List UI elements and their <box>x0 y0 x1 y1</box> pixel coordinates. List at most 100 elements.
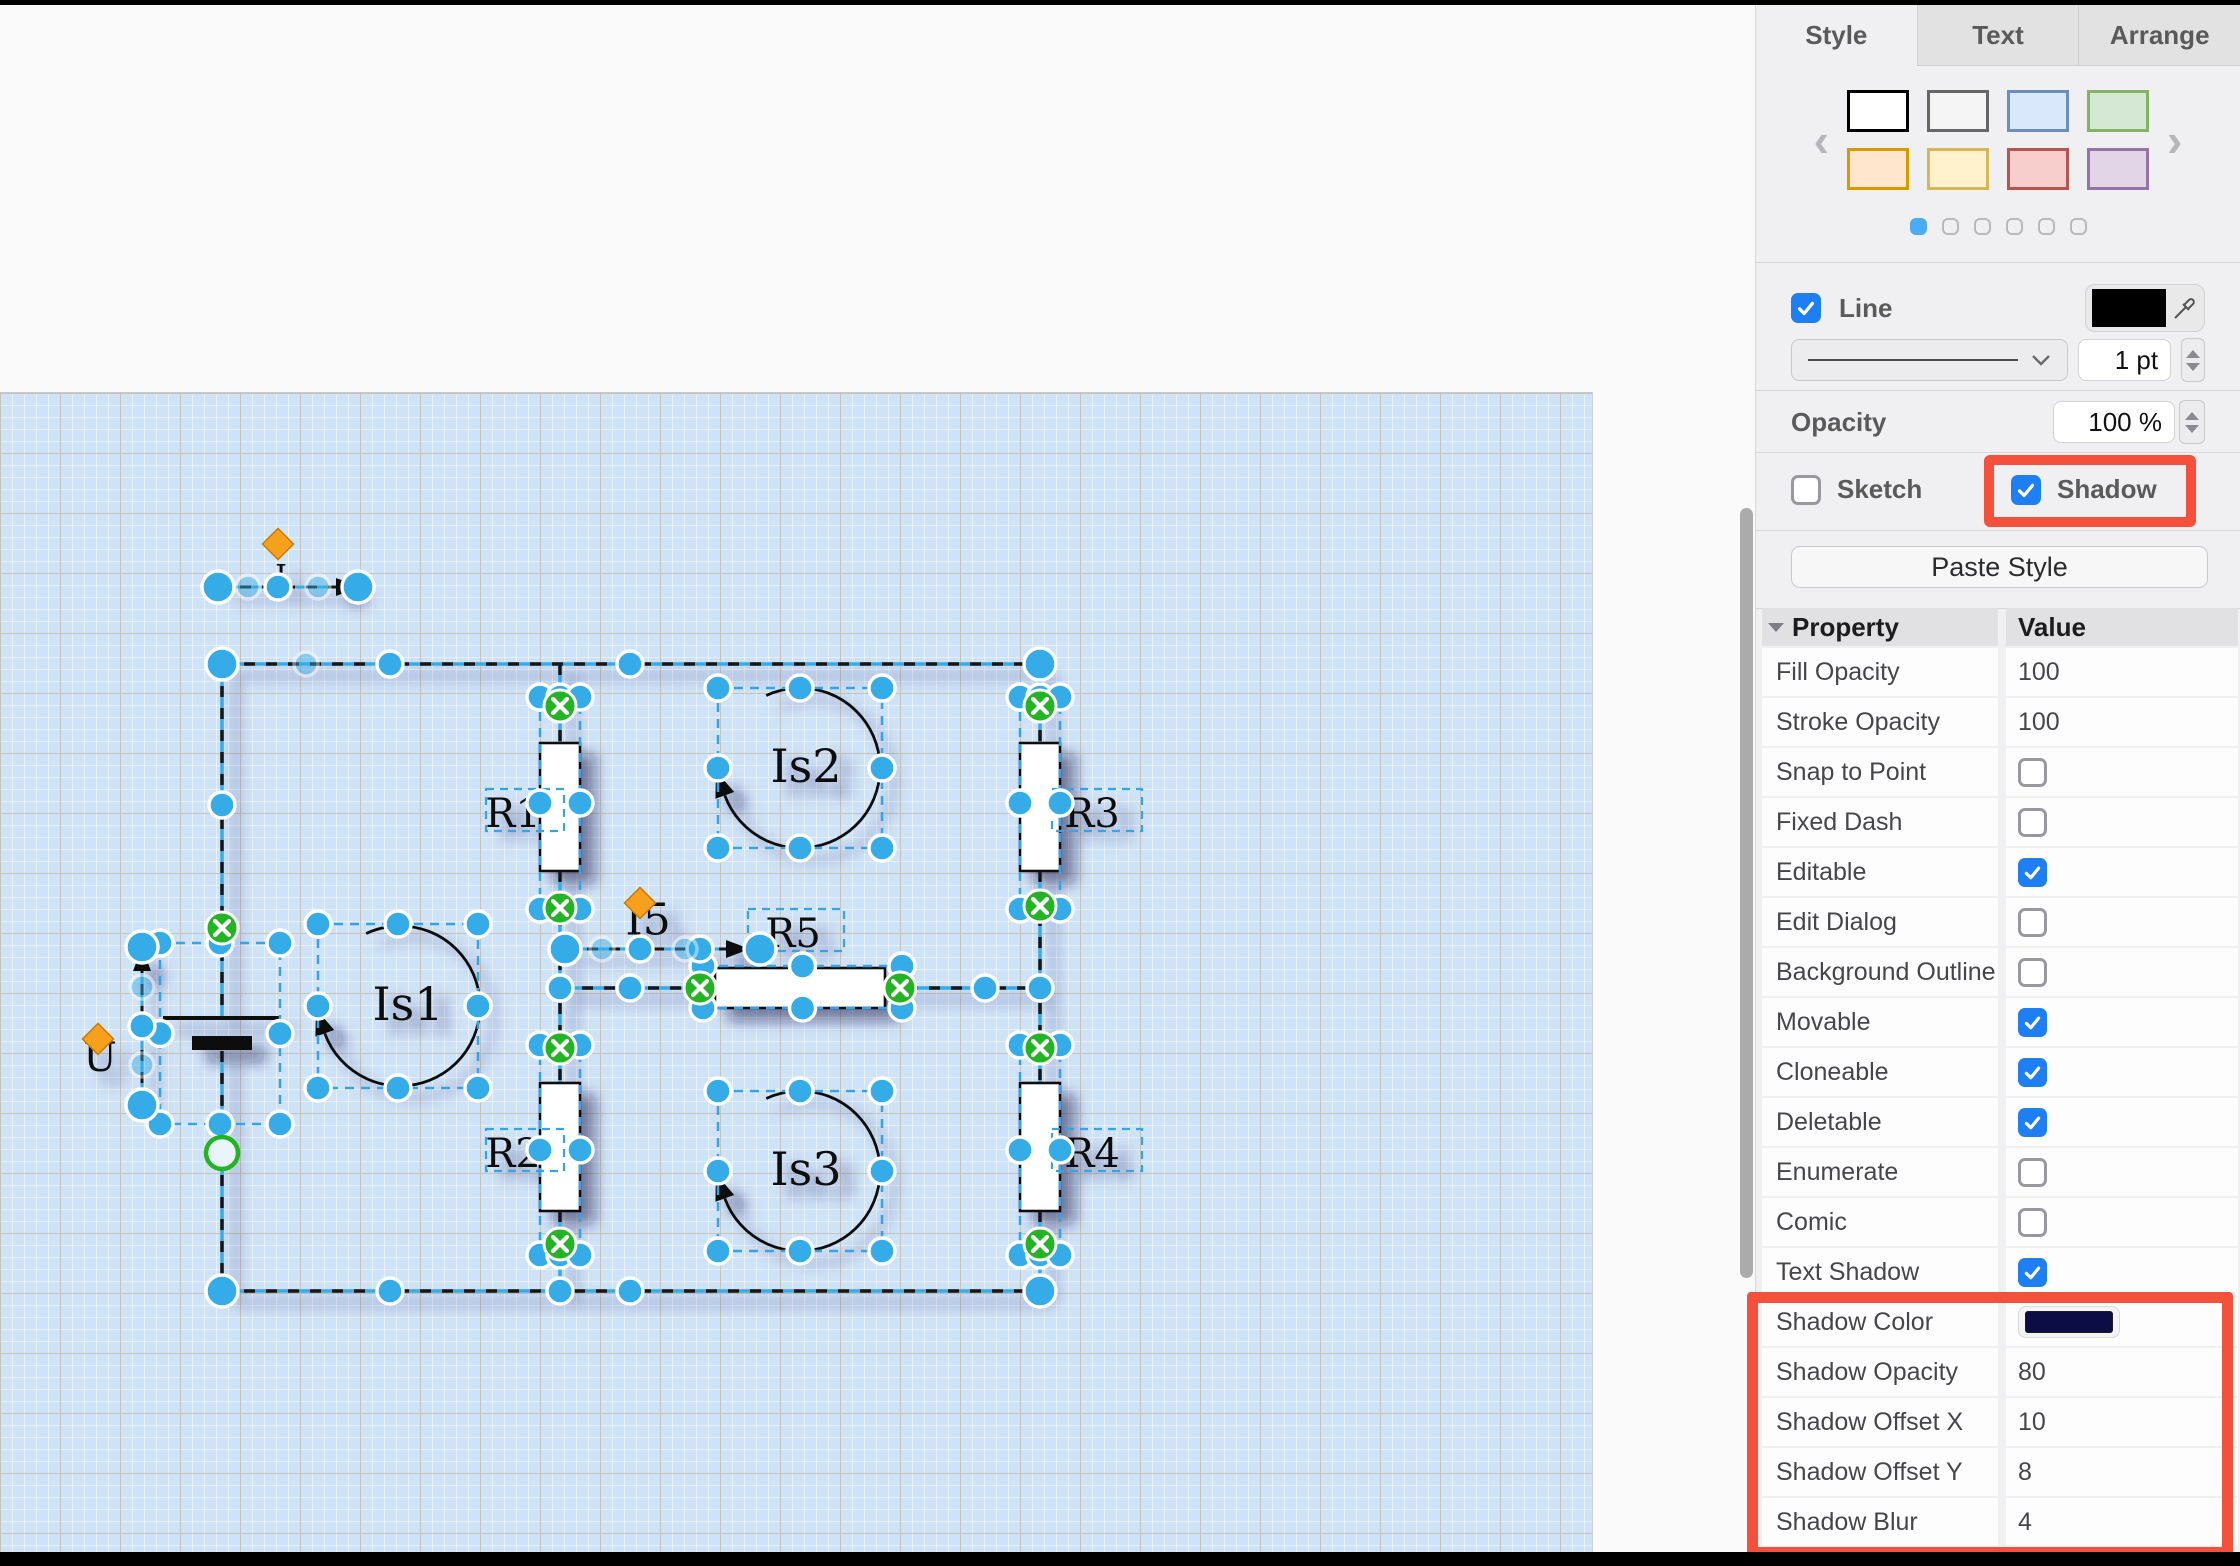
selection-handle[interactable] <box>1007 1137 1033 1163</box>
selection-handle[interactable] <box>126 1089 158 1121</box>
selection-handle[interactable] <box>306 575 330 599</box>
connection-point[interactable] <box>544 892 576 924</box>
selection-handle[interactable] <box>705 675 731 701</box>
selection-handle[interactable] <box>869 1158 895 1184</box>
property-value-10[interactable] <box>2006 1148 2238 1196</box>
property-value-9[interactable] <box>2006 1098 2238 1146</box>
selection-handle[interactable] <box>342 571 374 603</box>
selection-handle[interactable] <box>547 1278 573 1304</box>
label-handle-diamond[interactable] <box>262 528 293 559</box>
selection-handle[interactable] <box>1024 1275 1056 1307</box>
connection-point[interactable] <box>684 972 716 1004</box>
connection-point[interactable] <box>1024 890 1056 922</box>
line-width-input[interactable]: 1 pt <box>2078 339 2172 381</box>
selection-handle[interactable] <box>617 975 643 1001</box>
collapse-triangle-icon[interactable] <box>1768 623 1784 632</box>
property-value-0[interactable]: 100 <box>2006 648 2238 696</box>
selection-handle[interactable] <box>465 1075 491 1101</box>
style-preset-swatch-1[interactable] <box>1847 90 1909 132</box>
style-preset-swatch-5[interactable] <box>1847 148 1909 190</box>
line-style-dropdown[interactable] <box>1791 339 2068 381</box>
circuit-diagram[interactable]: Is1Is2Is3R1R2R3R4R5UI5I <box>0 393 1592 1553</box>
presets-prev-icon[interactable]: ‹ <box>1814 120 1829 160</box>
property-value-1[interactable]: 100 <box>2006 698 2238 746</box>
selection-handle[interactable] <box>869 1078 895 1104</box>
property-column-header[interactable]: Property <box>1762 608 1998 646</box>
selection-handle[interactable] <box>787 675 813 701</box>
selection-handle[interactable] <box>129 1013 155 1039</box>
stepper-down-icon[interactable] <box>2186 363 2200 371</box>
battery-short-plate[interactable] <box>192 1036 252 1050</box>
selection-handle[interactable] <box>209 792 235 818</box>
selection-handle[interactable] <box>1047 1137 1073 1163</box>
property-checkbox-11[interactable] <box>2018 1208 2047 1237</box>
tab-style[interactable]: Style <box>1756 5 1917 66</box>
pager-dot-2[interactable] <box>1942 218 1959 235</box>
connection-point[interactable] <box>544 1032 576 1064</box>
selection-handle[interactable] <box>207 1111 233 1137</box>
connection-ring[interactable] <box>206 1137 238 1169</box>
selection-handle[interactable] <box>1007 790 1033 816</box>
selection-handle[interactable] <box>790 953 816 979</box>
selection-handle[interactable] <box>202 571 234 603</box>
property-checkbox-4[interactable] <box>2018 858 2047 887</box>
selection-handle[interactable] <box>126 931 158 963</box>
pager-dot-5[interactable] <box>2038 218 2055 235</box>
selection-handle[interactable] <box>130 1053 154 1077</box>
paste-style-button[interactable]: Paste Style <box>1791 546 2208 588</box>
property-value-12[interactable] <box>2006 1248 2238 1296</box>
selection-handle[interactable] <box>305 1075 331 1101</box>
connection-point[interactable] <box>884 972 916 1004</box>
selection-handle[interactable] <box>869 755 895 781</box>
selection-handle[interactable] <box>744 933 776 965</box>
property-checkbox-12[interactable] <box>2018 1258 2047 1287</box>
pager-dot-4[interactable] <box>2006 218 2023 235</box>
property-value-11[interactable] <box>2006 1198 2238 1246</box>
selection-handle[interactable] <box>377 1278 403 1304</box>
selection-handle[interactable] <box>787 1238 813 1264</box>
property-checkbox-7[interactable] <box>2018 1008 2047 1037</box>
selection-handle[interactable] <box>787 1078 813 1104</box>
opacity-stepper[interactable] <box>2179 400 2205 444</box>
selection-handle[interactable] <box>705 1238 731 1264</box>
vertical-scrollbar[interactable] <box>1740 508 1753 1278</box>
property-checkbox-6[interactable] <box>2018 958 2047 987</box>
style-preset-swatch-6[interactable] <box>1927 148 1989 190</box>
style-preset-swatch-3[interactable] <box>2007 90 2069 132</box>
property-checkbox-9[interactable] <box>2018 1108 2047 1137</box>
selection-handle[interactable] <box>265 574 291 600</box>
opacity-input[interactable]: 100 % <box>2053 401 2175 443</box>
selection-handle[interactable] <box>267 1021 293 1047</box>
selection-handle[interactable] <box>705 835 731 861</box>
stepper-up-icon[interactable] <box>2186 350 2200 358</box>
selection-handle[interactable] <box>267 930 293 956</box>
property-value-5[interactable] <box>2006 898 2238 946</box>
selection-handle[interactable] <box>673 937 697 961</box>
tab-arrange[interactable]: Arrange <box>2078 5 2240 66</box>
property-checkbox-3[interactable] <box>2018 808 2047 837</box>
selection-handle[interactable] <box>206 1275 238 1307</box>
selection-handle[interactable] <box>705 1158 731 1184</box>
property-value-4[interactable] <box>2006 848 2238 896</box>
selection-handle[interactable] <box>294 652 318 676</box>
property-value-7[interactable] <box>2006 998 2238 1046</box>
connection-point[interactable] <box>544 1228 576 1260</box>
selection-handle[interactable] <box>236 575 260 599</box>
selection-handle[interactable] <box>869 1238 895 1264</box>
stepper-up-icon[interactable] <box>2185 412 2199 420</box>
property-value-6[interactable] <box>2006 948 2238 996</box>
property-checkbox-5[interactable] <box>2018 908 2047 937</box>
property-value-2[interactable] <box>2006 748 2238 796</box>
property-value-3[interactable] <box>2006 798 2238 846</box>
property-checkbox-10[interactable] <box>2018 1158 2047 1187</box>
pager-dot-3[interactable] <box>1974 218 1991 235</box>
selection-handle[interactable] <box>267 1111 293 1137</box>
line-checkbox[interactable] <box>1791 293 1821 323</box>
presets-next-icon[interactable]: › <box>2167 120 2182 160</box>
line-width-stepper[interactable] <box>2181 338 2205 382</box>
selection-handle[interactable] <box>527 1137 553 1163</box>
property-checkbox-2[interactable] <box>2018 758 2047 787</box>
selection-handle[interactable] <box>869 675 895 701</box>
selection-handle[interactable] <box>972 975 998 1001</box>
selection-handle[interactable] <box>705 755 731 781</box>
